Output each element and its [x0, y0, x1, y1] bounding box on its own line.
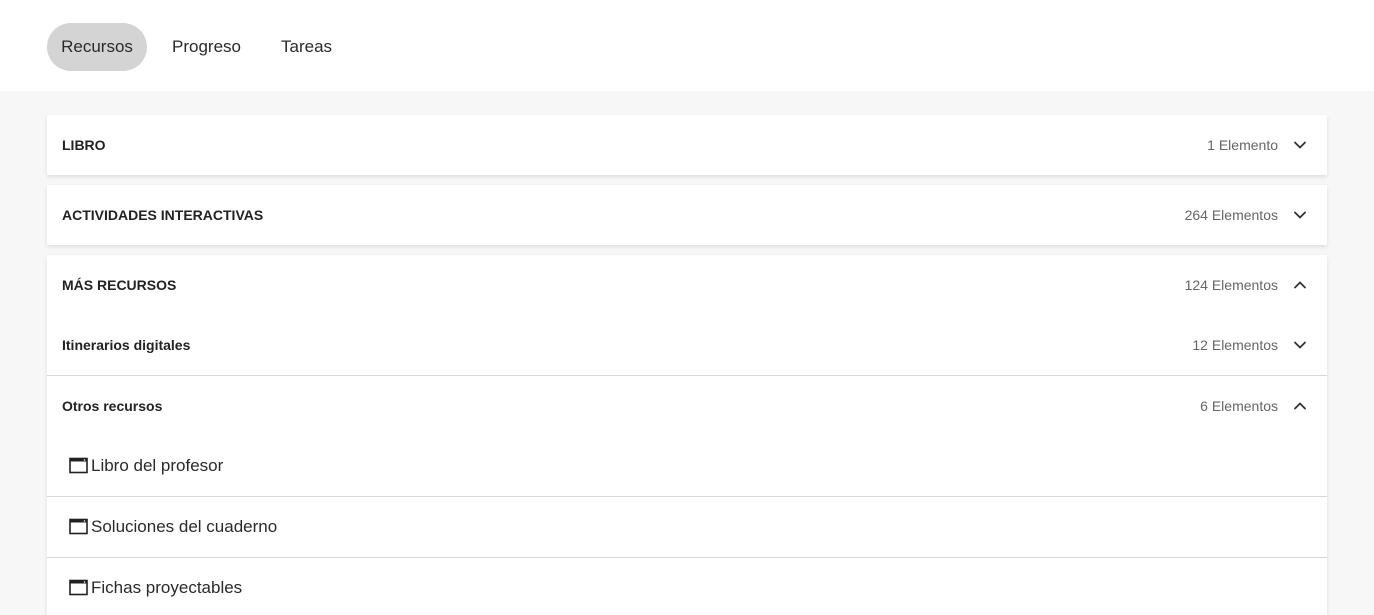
window-icon	[69, 457, 88, 474]
subsection-count: 6 Elementos	[1200, 398, 1278, 414]
chevron-down-icon[interactable]	[1293, 138, 1307, 152]
section-libro: LIBRO 1 Elemento	[47, 115, 1327, 175]
chevron-up-icon[interactable]	[1293, 278, 1307, 292]
section-count: 264 Elementos	[1184, 207, 1278, 223]
resource-item-fichas-proyectables[interactable]: Fichas proyectables	[47, 558, 1327, 615]
tab-recursos[interactable]: Recursos	[47, 23, 147, 71]
section-title: LIBRO	[62, 137, 106, 153]
chevron-up-icon[interactable]	[1293, 399, 1307, 413]
subsection-count: 12 Elementos	[1192, 337, 1278, 353]
section-title: ACTIVIDADES INTERACTIVAS	[62, 207, 264, 223]
resource-item-soluciones-cuaderno[interactable]: Soluciones del cuaderno	[47, 497, 1327, 557]
resource-label: Soluciones del cuaderno	[91, 517, 278, 536]
resource-label: Fichas proyectables	[91, 578, 243, 597]
subsection-title: Otros recursos	[62, 398, 163, 414]
section-libro-header[interactable]: LIBRO 1 Elemento	[47, 115, 1327, 175]
section-mas-recursos-header[interactable]: MÁS RECURSOS 124 Elementos	[47, 255, 1327, 315]
section-title: MÁS RECURSOS	[62, 277, 177, 293]
subsection-title: Itinerarios digitales	[62, 337, 191, 353]
tab-progreso[interactable]: Progreso	[172, 23, 241, 71]
window-icon	[69, 579, 88, 596]
subsection-itinerarios-header[interactable]: Itinerarios digitales 12 Elementos	[47, 315, 1327, 375]
window-icon	[69, 518, 88, 535]
section-count: 1 Elemento	[1207, 137, 1278, 153]
section-count: 124 Elementos	[1184, 277, 1278, 293]
tab-tareas[interactable]: Tareas	[281, 23, 332, 71]
chevron-down-icon[interactable]	[1293, 338, 1307, 352]
subsection-otros-header[interactable]: Otros recursos 6 Elementos	[47, 376, 1327, 436]
section-actividades: ACTIVIDADES INTERACTIVAS 264 Elementos	[47, 185, 1327, 245]
tab-bar: Recursos Progreso Tareas	[0, 0, 1374, 91]
resource-item-libro-profesor[interactable]: Libro del profesor	[47, 436, 1327, 496]
resource-label: Libro del profesor	[91, 456, 224, 475]
section-actividades-header[interactable]: ACTIVIDADES INTERACTIVAS 264 Elementos	[47, 185, 1327, 245]
chevron-down-icon[interactable]	[1293, 208, 1307, 222]
section-mas-recursos: MÁS RECURSOS 124 Elementos Itinerarios d…	[47, 255, 1327, 615]
